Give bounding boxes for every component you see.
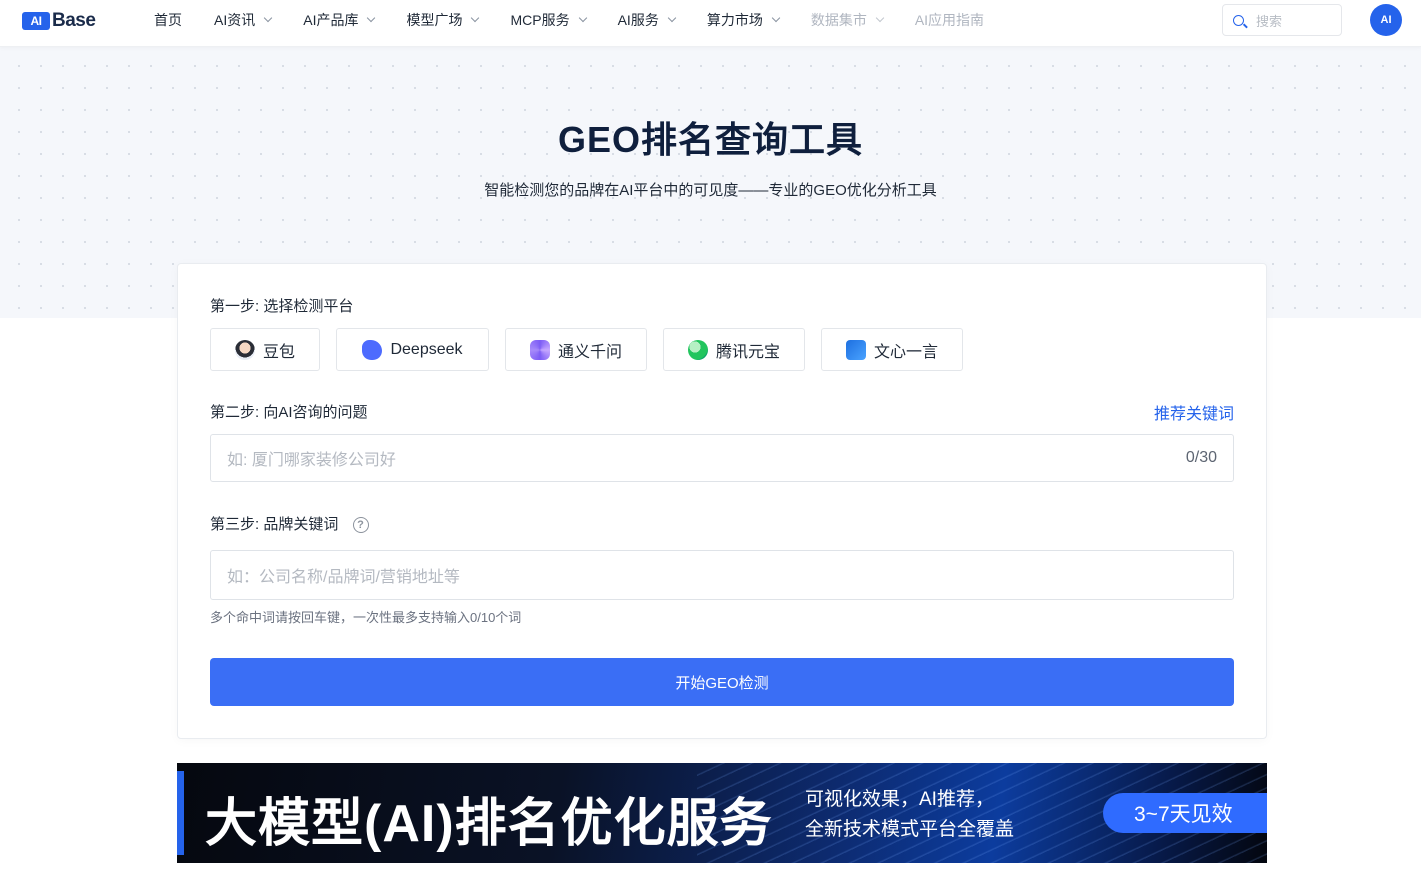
deepseek-icon xyxy=(362,339,383,360)
keyword-placeholder: 如：公司名称/品牌词/营销地址等 xyxy=(227,569,460,586)
chevron-down-icon xyxy=(471,13,480,23)
nav-item-label: AI服务 xyxy=(617,12,659,28)
chevron-down-icon xyxy=(771,13,781,23)
banner-sub-line1: 可视化效果，AI推荐， xyxy=(805,789,994,810)
banner-accent-stripe xyxy=(177,771,184,855)
platform-yuanbao-button[interactable]: 腾讯元宝 xyxy=(663,328,805,371)
search-placeholder: 搜索 xyxy=(1256,13,1283,29)
nav-item-label: AI产品库 xyxy=(303,12,359,28)
nav-item-label: 数据集市 xyxy=(810,12,867,28)
nav-item-label: AI应用指南 xyxy=(914,12,985,28)
platform-label: Deepseek xyxy=(390,340,463,358)
platform-label: 文心一言 xyxy=(873,343,938,361)
banner-sub-line2: 全新技术模式平台全覆盖 xyxy=(805,819,1015,840)
chevron-down-icon xyxy=(263,13,273,23)
nav-item-label: 算力市场 xyxy=(706,12,763,28)
search-box[interactable]: 搜索 xyxy=(1222,4,1342,36)
top-header: AI Base 首页 AI资讯 AI产品库 模型广场 MCP服务 AI服务 算力市场 数据集市… xyxy=(0,0,1421,47)
recommend-keywords-link[interactable]: 推荐关键词 xyxy=(1154,400,1234,424)
nav-item[interactable]: 首页 xyxy=(154,10,182,30)
step3-label-row: 第三步: 品牌关键词 ? xyxy=(210,513,369,534)
banner-badge: 3~7天见效 xyxy=(1103,793,1267,833)
question-input[interactable]: 如: 厦门哪家装修公司好 0/30 xyxy=(210,434,1234,482)
yuanbao-icon xyxy=(687,339,708,360)
platform-doubao-button[interactable]: 豆包 xyxy=(210,328,320,371)
platform-label: 腾讯元宝 xyxy=(715,343,780,361)
platform-selector: 豆包 Deepseek 通义千问 腾讯元宝 文心一言 xyxy=(210,328,979,371)
chevron-down-icon xyxy=(578,13,587,23)
nav-item[interactable]: 数据集市 xyxy=(810,10,885,30)
keyword-input[interactable]: 如：公司名称/品牌词/营销地址等 xyxy=(210,550,1234,600)
question-placeholder: 如: 厦门哪家装修公司好 xyxy=(227,452,396,469)
nav-item[interactable]: 算力市场 xyxy=(706,10,781,30)
chevron-down-icon xyxy=(875,13,885,23)
banner-subtitle: 可视化效果，AI推荐， 全新技术模式平台全覆盖 xyxy=(805,785,1014,845)
logo-mark: AI xyxy=(22,12,50,30)
platform-label: 通义千问 xyxy=(557,343,622,361)
platform-wenxin-button[interactable]: 文心一言 xyxy=(821,328,963,371)
geo-form-card: 第一步: 选择检测平台 豆包 Deepseek 通义千问 腾讯元宝 文心一言 第… xyxy=(177,263,1267,739)
nav-item-label: MCP服务 xyxy=(510,12,570,28)
nav-item[interactable]: AI应用指南 xyxy=(915,10,984,30)
page-title: GEO排名查询工具 xyxy=(557,119,864,160)
tongyi-icon xyxy=(529,339,550,360)
help-icon[interactable]: ? xyxy=(352,517,369,534)
doubao-icon xyxy=(234,339,255,360)
platform-label: 豆包 xyxy=(262,343,295,361)
site-logo[interactable]: AI Base xyxy=(22,10,96,32)
chevron-down-icon xyxy=(367,13,376,23)
platform-deepseek-button[interactable]: Deepseek xyxy=(336,328,489,371)
nav-item[interactable]: 模型广场 xyxy=(406,10,480,30)
nav-item-label: 首页 xyxy=(154,12,182,28)
step3-label: 第三步: 品牌关键词 xyxy=(210,516,339,533)
promo-banner[interactable]: 大模型(AI)排名优化服务 可视化效果，AI推荐， 全新技术模式平台全覆盖 3~… xyxy=(177,763,1267,863)
wenxin-icon xyxy=(845,339,866,360)
chevron-down-icon xyxy=(667,13,677,23)
nav-item[interactable]: AI服务 xyxy=(617,10,677,30)
search-icon xyxy=(1233,14,1244,26)
page-subtitle: 智能检测您的品牌在AI平台中的可见度——专业的GEO优化分析工具 xyxy=(484,182,937,199)
step1-label: 第一步: 选择检测平台 xyxy=(210,298,354,315)
step2-label: 第二步: 向AI咨询的问题 xyxy=(210,404,368,421)
question-counter: 0/30 xyxy=(1185,449,1217,466)
nav-item[interactable]: MCP服务 xyxy=(510,10,587,30)
nav-item-label: 模型广场 xyxy=(406,12,463,28)
platform-tongyi-button[interactable]: 通义千问 xyxy=(505,328,647,371)
main-nav: 首页 AI资讯 AI产品库 模型广场 MCP服务 AI服务 算力市场 数据集市 AI应用指南 xyxy=(154,0,1016,40)
start-geo-check-button[interactable]: 开始GEO检测 xyxy=(210,658,1234,706)
user-avatar[interactable]: AI xyxy=(1370,4,1402,36)
keyword-hint: 多个命中词请按回车键，一次性最多支持输入0/10个词 xyxy=(210,610,522,625)
banner-title: 大模型(AI)排名优化服务 xyxy=(205,795,773,853)
nav-item-label: AI资讯 xyxy=(214,12,256,28)
nav-item[interactable]: AI产品库 xyxy=(303,10,376,30)
logo-text: Base xyxy=(52,10,96,31)
nav-item[interactable]: AI资讯 xyxy=(214,10,273,30)
